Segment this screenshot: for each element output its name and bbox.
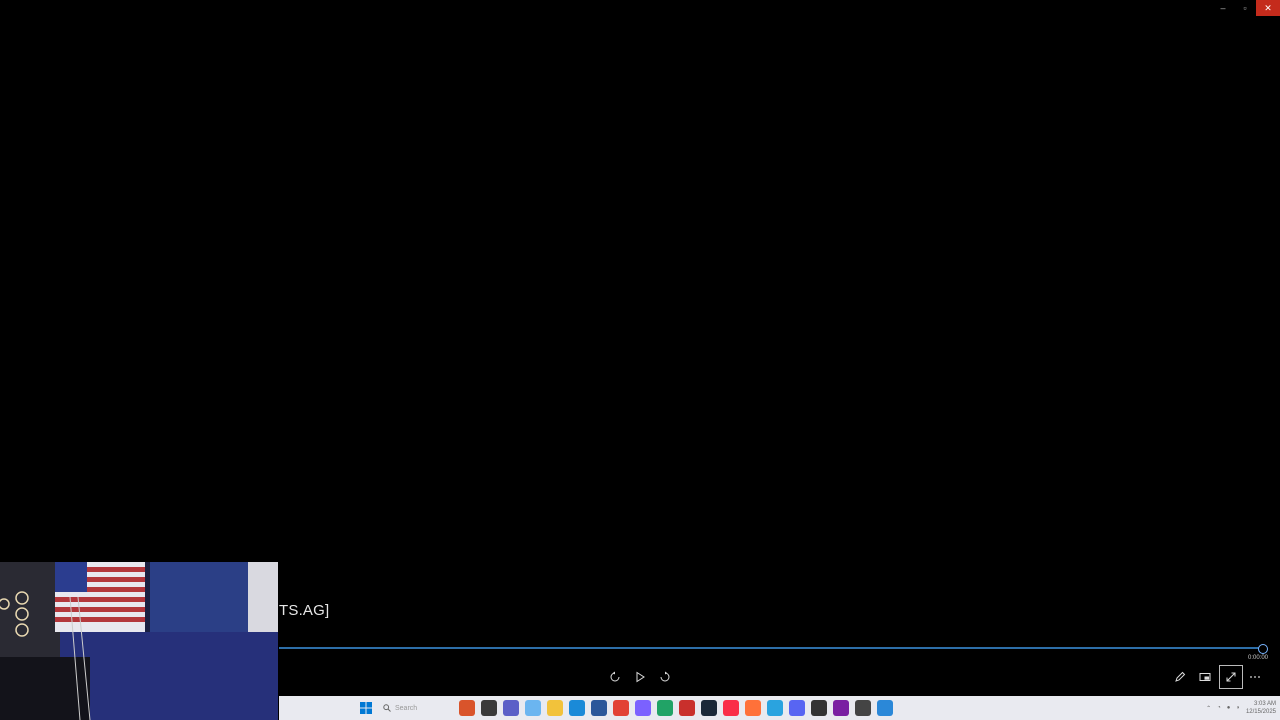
- current-time: 0:00:00: [1248, 655, 1269, 661]
- music-icon[interactable]: [723, 700, 739, 716]
- rewind-10-icon: [610, 671, 620, 682]
- discord-icon[interactable]: [789, 700, 805, 716]
- windows-logo-icon: [360, 702, 372, 714]
- seek-bar[interactable]: [279, 647, 1263, 649]
- fullscreen-icon: [1226, 672, 1236, 682]
- fullscreen-button[interactable]: [1219, 665, 1243, 689]
- window-controls: – ▫ ✕: [1212, 0, 1280, 16]
- pencil-icon: [1175, 671, 1186, 682]
- more-options-button[interactable]: [1246, 668, 1264, 686]
- taskbar-app-icon[interactable]: [481, 700, 497, 716]
- taskbar-apps: [459, 700, 893, 716]
- webcam-feed-image: [0, 562, 278, 720]
- play-icon: [636, 671, 645, 683]
- webcam-overlay: [0, 562, 278, 720]
- steam-icon[interactable]: [701, 700, 717, 716]
- media-player-icon[interactable]: [855, 700, 871, 716]
- taskbar: Search ⌃ ◔ ● ◗ 3:03 AM 12/15/2025: [279, 696, 1280, 720]
- taskbar-app-icon[interactable]: [877, 700, 893, 716]
- play-button[interactable]: [631, 668, 649, 686]
- volume-icon[interactable]: ◗: [1236, 705, 1240, 711]
- excel-icon[interactable]: [657, 700, 673, 716]
- close-button[interactable]: ✕: [1256, 0, 1280, 16]
- search-placeholder: Search: [395, 704, 418, 712]
- video-title: TS.AG]: [279, 602, 330, 619]
- miniplayer-button[interactable]: [1196, 668, 1214, 686]
- firefox-icon[interactable]: [745, 700, 761, 716]
- skip-back-button[interactable]: [606, 668, 624, 686]
- chevron-up-icon[interactable]: ⌃: [1206, 705, 1211, 712]
- copilot-icon[interactable]: [525, 700, 541, 716]
- edit-button[interactable]: [1171, 668, 1189, 686]
- chrome-icon[interactable]: [613, 700, 629, 716]
- minimize-button[interactable]: –: [1212, 0, 1234, 16]
- seek-thumb[interactable]: [1258, 644, 1268, 654]
- network-icon[interactable]: ◔: [1217, 705, 1221, 711]
- store-icon[interactable]: [591, 700, 607, 716]
- windows-start-button[interactable]: [359, 701, 373, 715]
- microphone-icon[interactable]: ●: [1227, 705, 1231, 711]
- taskbar-app-icon[interactable]: [833, 700, 849, 716]
- system-tray: ⌃ ◔ ● ◗ 3:03 AM 12/15/2025: [1206, 696, 1276, 720]
- more-icon: [1250, 676, 1260, 678]
- skip-forward-button[interactable]: [656, 668, 674, 686]
- taskbar-search[interactable]: Search: [379, 700, 453, 716]
- taskbar-app-icon[interactable]: [679, 700, 695, 716]
- taskbar-app-icon[interactable]: [811, 700, 827, 716]
- edge-icon[interactable]: [569, 700, 585, 716]
- taskbar-clock[interactable]: 3:03 AM 12/15/2025: [1246, 700, 1276, 716]
- taskbar-app-icon[interactable]: [635, 700, 651, 716]
- telegram-icon[interactable]: [767, 700, 783, 716]
- forward-30-icon: [660, 671, 670, 682]
- taskbar-app-icon[interactable]: [459, 700, 475, 716]
- search-icon: [383, 704, 391, 712]
- teams-icon[interactable]: [503, 700, 519, 716]
- miniplayer-icon: [1199, 673, 1211, 681]
- file-explorer-icon[interactable]: [547, 700, 563, 716]
- clock-date: 12/15/2025: [1245, 709, 1276, 715]
- restore-button[interactable]: ▫: [1234, 0, 1256, 16]
- clock-time: 3:03 AM: [1253, 701, 1276, 707]
